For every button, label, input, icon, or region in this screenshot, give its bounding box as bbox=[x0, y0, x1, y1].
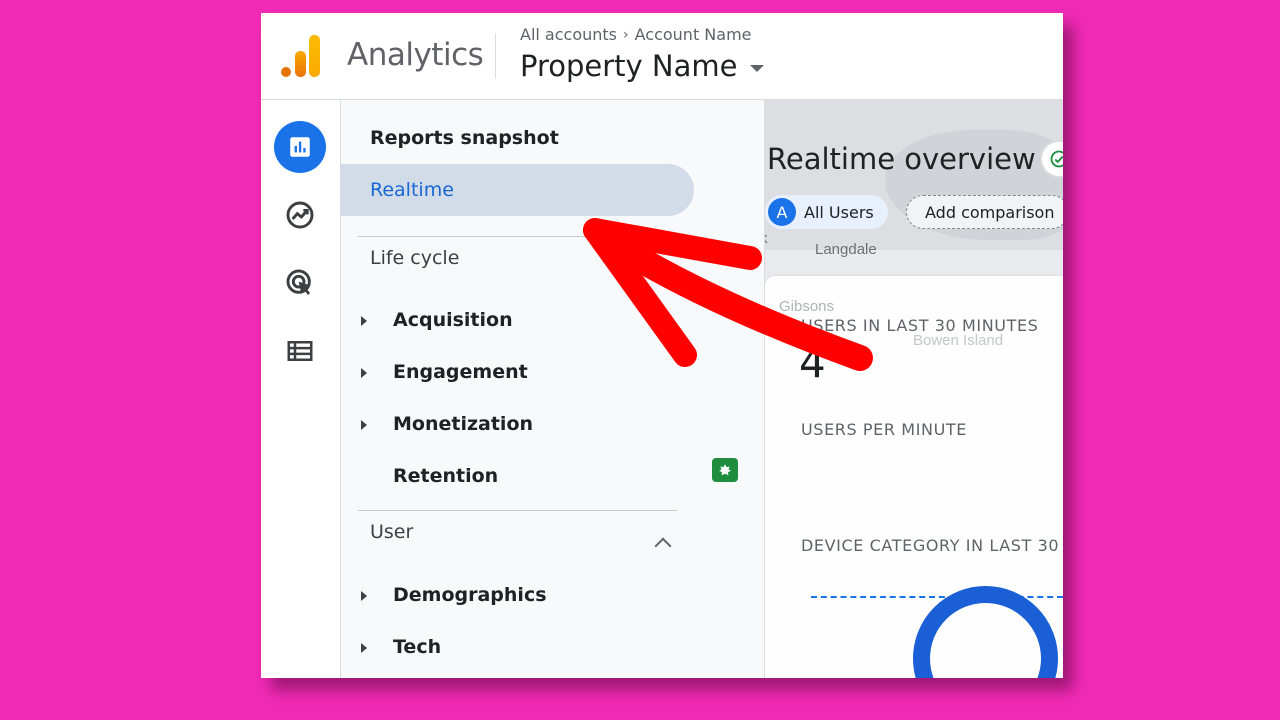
reports-icon[interactable] bbox=[274, 121, 326, 173]
analytics-logo-icon[interactable] bbox=[281, 35, 321, 77]
section-user[interactable]: User bbox=[370, 521, 413, 543]
nav-divider bbox=[358, 510, 677, 511]
realtime-main: Langdale k Realtime overview A All Users… bbox=[765, 100, 1063, 678]
nav-reports-snapshot[interactable]: Reports snapshot bbox=[370, 127, 559, 149]
breadcrumb-account-name[interactable]: Account Name bbox=[635, 25, 752, 44]
dropdown-caret-icon bbox=[749, 64, 764, 72]
all-users-label: All Users bbox=[804, 202, 874, 222]
expand-arrow-icon[interactable] bbox=[361, 591, 367, 601]
property-name: Property Name bbox=[520, 49, 738, 83]
expand-arrow-icon[interactable] bbox=[361, 316, 367, 326]
nav-engagement[interactable]: Engagement bbox=[393, 361, 528, 383]
page-title: Realtime overview bbox=[767, 142, 1036, 176]
reports-nav-panel: Reports snapshot Realtime Life cycle Acq… bbox=[341, 100, 765, 678]
breadcrumb[interactable]: All accounts › Account Name bbox=[520, 25, 752, 44]
device-category-label: DEVICE CATEGORY IN LAST 30 bbox=[801, 536, 1060, 555]
left-rail bbox=[261, 100, 341, 678]
map-label: Langdale bbox=[815, 241, 877, 258]
users-per-minute-label: USERS PER MINUTE bbox=[801, 420, 967, 439]
chevron-up-icon[interactable] bbox=[654, 263, 672, 281]
map-label: Gibsons bbox=[779, 298, 835, 315]
breadcrumb-all-accounts[interactable]: All accounts bbox=[520, 25, 617, 44]
chevron-right-icon: › bbox=[623, 26, 629, 43]
all-users-chip[interactable]: A All Users bbox=[765, 195, 888, 229]
expand-arrow-icon[interactable] bbox=[361, 420, 367, 430]
nav-realtime[interactable]: Realtime bbox=[370, 179, 454, 201]
advertising-icon[interactable] bbox=[274, 257, 326, 309]
expand-arrow-icon[interactable] bbox=[361, 368, 367, 378]
add-comparison-button[interactable]: Add comparison bbox=[906, 195, 1063, 229]
chevron-up-icon[interactable] bbox=[654, 537, 672, 555]
header-divider bbox=[495, 33, 496, 79]
explore-icon[interactable] bbox=[274, 189, 326, 241]
property-selector[interactable]: Property Name bbox=[520, 49, 764, 83]
section-life-cycle[interactable]: Life cycle bbox=[370, 247, 459, 269]
analytics-window: Analytics All accounts › Account Name Pr… bbox=[261, 13, 1063, 678]
nav-acquisition[interactable]: Acquisition bbox=[393, 309, 513, 331]
app-title: Analytics bbox=[347, 37, 484, 73]
expand-arrow-icon[interactable] bbox=[361, 643, 367, 653]
comparison-avatar: A bbox=[768, 198, 796, 226]
map-pin-icon bbox=[712, 458, 738, 482]
nav-demographics[interactable]: Demographics bbox=[393, 584, 547, 606]
map-label: k bbox=[765, 230, 768, 247]
nav-tech[interactable]: Tech bbox=[393, 636, 441, 658]
nav-retention[interactable]: Retention bbox=[393, 465, 498, 487]
nav-monetization[interactable]: Monetization bbox=[393, 413, 533, 435]
nav-divider bbox=[358, 236, 677, 237]
configure-icon[interactable] bbox=[274, 325, 326, 377]
top-header: Analytics All accounts › Account Name Pr… bbox=[261, 13, 1063, 100]
users-30-min-label: USERS IN LAST 30 MINUTES bbox=[801, 316, 1039, 335]
users-30-min-value: 4 bbox=[799, 338, 826, 387]
